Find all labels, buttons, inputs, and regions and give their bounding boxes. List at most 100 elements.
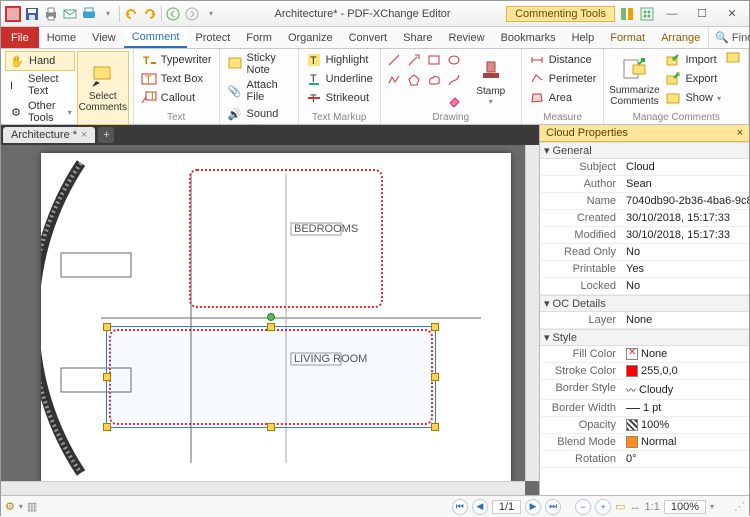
prop-borderwidth[interactable]: 1 pt xyxy=(622,400,749,416)
cloud-annotation-1[interactable] xyxy=(191,171,381,306)
prev-page-button[interactable]: ◀ xyxy=(472,499,488,515)
export-comments[interactable]: Export xyxy=(662,70,724,88)
qat-dropdown-icon[interactable]: ▾ xyxy=(100,6,116,22)
eraser-tool[interactable] xyxy=(445,91,463,109)
prop-blendmode[interactable]: Normal xyxy=(622,434,749,450)
nav-back-icon[interactable] xyxy=(165,6,181,22)
minimize-button[interactable]: — xyxy=(659,5,685,23)
tab-review[interactable]: Review xyxy=(440,27,492,48)
prop-printable[interactable]: Yes xyxy=(622,261,749,277)
prop-rotation[interactable]: 0° xyxy=(622,451,749,467)
actual-size-icon[interactable]: 1:1 xyxy=(645,501,660,513)
tab-arrange[interactable]: Arrange xyxy=(653,27,708,48)
save-icon[interactable] xyxy=(24,6,40,22)
tab-share[interactable]: Share xyxy=(395,27,440,48)
ui-options-icon[interactable] xyxy=(619,6,635,22)
polygon-shape[interactable] xyxy=(405,71,423,89)
textbox-tool[interactable]: TText Box xyxy=(138,70,215,88)
tab-view[interactable]: View xyxy=(84,27,124,48)
summarize-comments[interactable]: Summarize Comments xyxy=(608,51,660,112)
show-comments[interactable]: Show▾ xyxy=(662,89,724,107)
launch-icon[interactable] xyxy=(639,6,655,22)
prop-readonly[interactable]: No xyxy=(622,244,749,260)
prop-fillcolor[interactable]: None xyxy=(622,346,749,362)
polyline-shape[interactable] xyxy=(385,71,403,89)
find-button[interactable]: 🔍Find… xyxy=(708,27,750,48)
stamp-tool[interactable]: Stamp▾ xyxy=(465,51,517,112)
document-tab[interactable]: Architecture *× xyxy=(3,127,95,143)
tab-bookmarks[interactable]: Bookmarks xyxy=(493,27,564,48)
resize-handle[interactable] xyxy=(267,423,275,431)
sticky-note-tool[interactable]: Sticky Note xyxy=(224,51,294,77)
last-page-button[interactable]: ⏭ xyxy=(545,499,561,515)
prop-author[interactable]: Sean xyxy=(622,176,749,192)
page-fit-icon[interactable]: ▭ xyxy=(615,500,625,513)
tab-convert[interactable]: Convert xyxy=(341,27,396,48)
hand-tool[interactable]: ✋Hand xyxy=(5,51,75,71)
select-comments-tool[interactable]: Select Comments xyxy=(77,51,129,125)
prop-subject[interactable]: Cloud xyxy=(622,159,749,175)
print-icon[interactable] xyxy=(43,6,59,22)
section-oc[interactable]: ▾OC Details xyxy=(540,295,749,312)
prop-strokecolor[interactable]: 255,0,0 xyxy=(622,363,749,379)
section-general[interactable]: ▾General xyxy=(540,142,749,159)
typewriter-tool[interactable]: TTypewriter xyxy=(138,51,215,69)
tab-protect[interactable]: Protect xyxy=(187,27,238,48)
selection-box[interactable] xyxy=(107,327,435,427)
resize-handle[interactable] xyxy=(103,323,111,331)
zoom-in-button[interactable]: + xyxy=(595,499,611,515)
qat-dropdown2-icon[interactable]: ▾ xyxy=(203,6,219,22)
next-page-button[interactable]: ▶ xyxy=(525,499,541,515)
resize-handle[interactable] xyxy=(103,423,111,431)
close-button[interactable]: ✕ xyxy=(719,5,745,23)
rect-shape[interactable] xyxy=(425,51,443,69)
maximize-button[interactable]: ☐ xyxy=(689,5,715,23)
section-style[interactable]: ▾Style xyxy=(540,329,749,346)
page-width-icon[interactable]: ↔ xyxy=(630,501,641,513)
mail-icon[interactable] xyxy=(62,6,78,22)
zoom-out-button[interactable]: − xyxy=(575,499,591,515)
arrow-shape[interactable] xyxy=(405,51,423,69)
resize-handle[interactable] xyxy=(431,323,439,331)
callout-tool[interactable]: TCallout xyxy=(138,89,215,107)
area-tool[interactable]: Area xyxy=(526,89,600,107)
vertical-scrollbar[interactable] xyxy=(525,145,539,481)
resize-handle[interactable] xyxy=(267,323,275,331)
undo-icon[interactable] xyxy=(123,6,139,22)
resize-handle[interactable] xyxy=(431,373,439,381)
select-text-tool[interactable]: ISelect Text xyxy=(5,72,75,98)
resize-handle[interactable] xyxy=(431,423,439,431)
highlight-tool[interactable]: THighlight xyxy=(303,51,376,69)
tab-organize[interactable]: Organize xyxy=(280,27,341,48)
prop-borderstyle[interactable]: 〰Cloudy xyxy=(622,380,749,399)
sound-tool[interactable]: 🔊Sound xyxy=(224,105,294,123)
prop-layer[interactable]: None xyxy=(622,312,749,328)
redo-icon[interactable] xyxy=(142,6,158,22)
file-tab[interactable]: File xyxy=(1,27,39,48)
nav-forward-icon[interactable] xyxy=(184,6,200,22)
add-tab-button[interactable]: + xyxy=(98,127,114,143)
close-panel-icon[interactable]: × xyxy=(737,127,743,139)
tab-comment[interactable]: Comment xyxy=(124,27,188,48)
rotate-handle[interactable] xyxy=(267,313,275,321)
distance-tool[interactable]: Distance xyxy=(526,51,600,69)
options-icon[interactable]: ⚙ xyxy=(5,500,15,513)
zoom-display[interactable]: 100% xyxy=(664,500,706,514)
resize-grip-icon[interactable]: ⋰ xyxy=(734,500,745,513)
prop-name[interactable]: 7040db90-2b36-4ba6-9c8ad88a8… xyxy=(622,193,749,209)
tab-help[interactable]: Help xyxy=(564,27,603,48)
scan-icon[interactable] xyxy=(81,6,97,22)
tab-home[interactable]: Home xyxy=(39,27,84,48)
tab-form[interactable]: Form xyxy=(238,27,280,48)
tab-format[interactable]: Format xyxy=(602,27,653,48)
pencil-shape[interactable] xyxy=(445,71,463,89)
canvas[interactable]: BEDROOMS LIVING ROOM xyxy=(1,145,539,495)
first-page-button[interactable]: ⏮ xyxy=(452,499,468,515)
cloud-shape[interactable] xyxy=(425,71,443,89)
import-comments[interactable]: Import xyxy=(662,51,724,69)
oval-shape[interactable] xyxy=(445,51,463,69)
resize-handle[interactable] xyxy=(103,373,111,381)
other-tools[interactable]: ⚙Other Tools▾ xyxy=(5,99,75,125)
comments-list-icon[interactable] xyxy=(726,51,742,67)
prop-locked[interactable]: No xyxy=(622,278,749,294)
